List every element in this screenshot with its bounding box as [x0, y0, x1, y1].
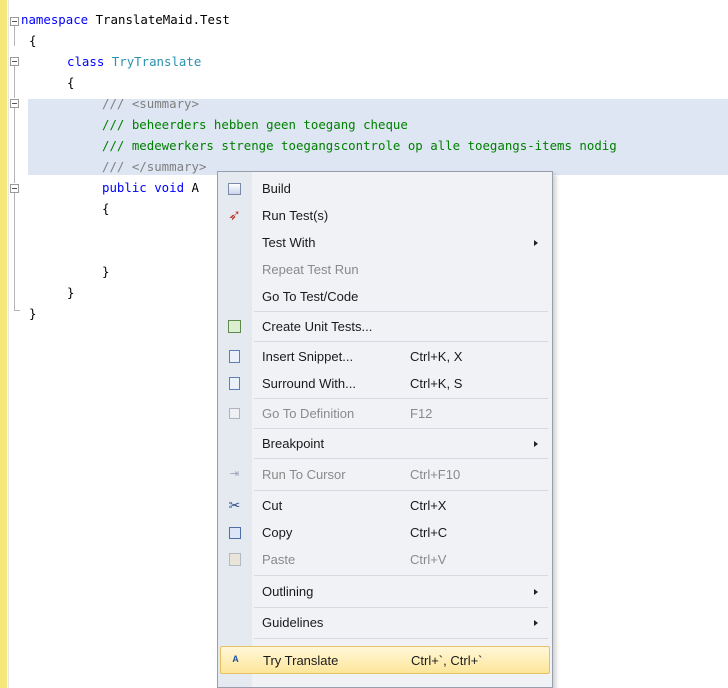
code-line: {	[102, 201, 110, 216]
collapse-namespace-icon[interactable]	[10, 17, 19, 26]
submenu-arrow-icon	[534, 441, 538, 447]
menu-separator	[254, 575, 548, 576]
menu-item-paste: Paste Ctrl+V	[220, 546, 550, 573]
menu-separator	[254, 311, 548, 312]
menu-separator	[254, 638, 548, 639]
code-line: namespace TranslateMaid.Test	[21, 12, 230, 27]
menu-separator	[254, 490, 548, 491]
definition-icon	[226, 405, 243, 422]
translate-icon: ᴬ	[232, 653, 239, 668]
code-line: }	[29, 306, 37, 321]
menu-item-repeat-test-run: Repeat Test Run	[262, 262, 359, 277]
menu-item-create-unit-tests[interactable]: Create Unit Tests...	[220, 313, 550, 340]
outline-guide	[14, 26, 15, 46]
cut-icon: ✂	[228, 497, 241, 513]
menu-item-surround-with[interactable]: Surround With... Ctrl+K, S	[220, 370, 550, 397]
menu-item-try-translate[interactable]: ᴬ Try Translate Ctrl+`, Ctrl+`	[220, 646, 550, 674]
menu-separator	[254, 428, 548, 429]
menu-item-run-to-cursor: ⇥ Run To Cursor Ctrl+F10	[220, 461, 550, 488]
menu-separator	[254, 458, 548, 459]
menu-item-copy[interactable]: Copy Ctrl+C	[220, 519, 550, 546]
submenu-arrow-icon	[534, 620, 538, 626]
menu-item-test-with[interactable]: Test With	[220, 229, 550, 256]
paste-icon	[226, 551, 243, 568]
code-line: /// beheerders hebben geen toegang chequ…	[102, 117, 408, 132]
collapse-summary-icon[interactable]	[10, 99, 19, 108]
code-line: public void A	[102, 180, 199, 195]
context-menu: Build ➶ Run Test(s) Test With Repeat Tes…	[217, 171, 553, 688]
menu-separator	[254, 341, 548, 342]
menu-item-breakpoint[interactable]: Breakpoint	[220, 430, 550, 457]
code-line: }	[67, 285, 75, 300]
code-line: /// </summary>	[102, 159, 207, 174]
submenu-arrow-icon	[534, 240, 538, 246]
menu-item-build[interactable]: Build	[220, 175, 550, 202]
outline-guide	[14, 66, 15, 98]
menu-separator	[254, 607, 548, 608]
code-line: /// <summary>	[102, 96, 199, 111]
menu-item-go-to-test-code[interactable]: Go To Test/Code	[220, 283, 550, 310]
collapse-class-icon[interactable]	[10, 57, 19, 66]
code-line: {	[67, 75, 75, 90]
snippet-icon	[226, 348, 243, 365]
menu-separator	[254, 398, 548, 399]
code-line: /// medewerkers strenge toegangscontrole…	[102, 138, 617, 153]
menu-item-go-to-definition: Go To Definition F12	[220, 400, 550, 427]
menu-item-insert-snippet[interactable]: Insert Snippet... Ctrl+K, X	[220, 343, 550, 370]
menu-item-guidelines[interactable]: Guidelines	[220, 609, 550, 636]
build-icon	[226, 180, 243, 197]
change-tracking-margin	[0, 0, 7, 688]
outline-end	[14, 310, 20, 311]
outline-guide	[14, 193, 15, 310]
run-to-cursor-icon: ⇥	[229, 468, 240, 480]
unit-test-icon	[226, 318, 243, 335]
surround-icon	[226, 375, 243, 392]
code-line: class TryTranslate	[67, 54, 202, 69]
collapse-method-icon[interactable]	[10, 184, 19, 193]
margin-divider	[8, 0, 9, 688]
code-line: {	[29, 33, 37, 48]
code-line: }	[102, 264, 110, 279]
copy-icon	[226, 524, 243, 541]
submenu-arrow-icon	[534, 589, 538, 595]
outline-guide	[14, 108, 15, 183]
menu-item-cut[interactable]: ✂ Cut Ctrl+X	[220, 492, 550, 519]
menu-item-outlining[interactable]: Outlining	[220, 578, 550, 605]
menu-item-run-tests[interactable]: ➶ Run Test(s)	[220, 202, 550, 229]
rocket-icon: ➶	[228, 207, 241, 224]
